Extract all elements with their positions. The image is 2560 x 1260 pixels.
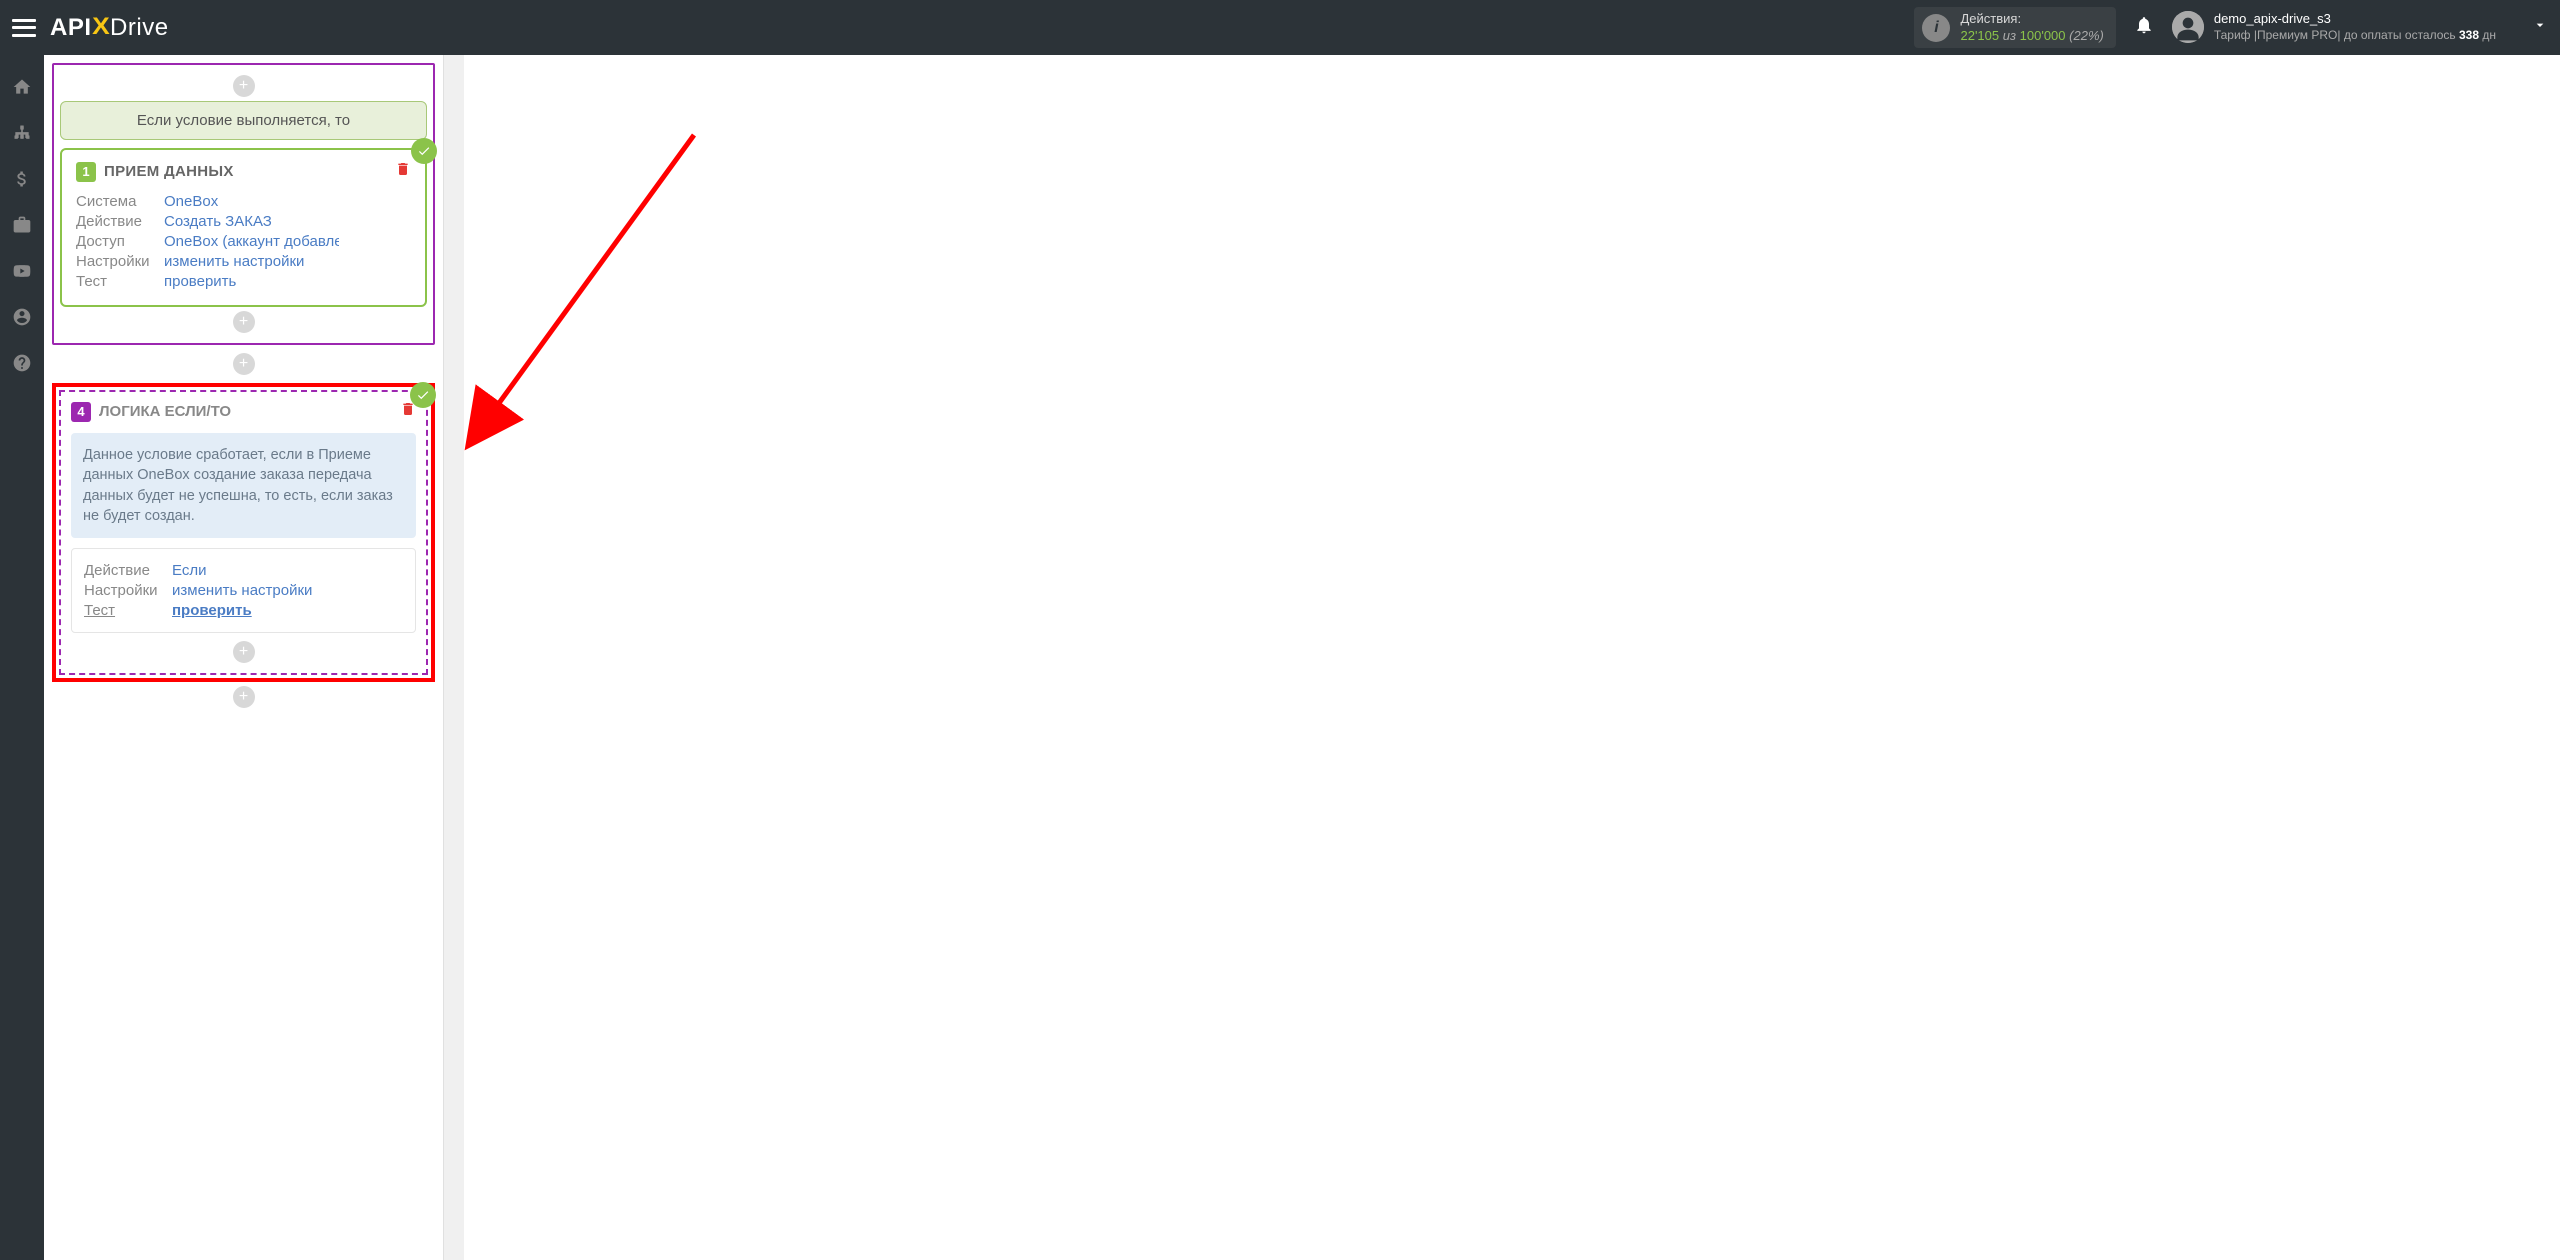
sidebar-account[interactable] [0,297,44,337]
value-system[interactable]: OneBox [164,193,218,210]
step-title: ПРИЕМ ДАННЫХ [104,163,234,180]
check-badge-icon [411,138,437,164]
value-test[interactable]: проверить [164,273,236,290]
condition-then-banner: Если условие выполняется, то [60,101,427,140]
highlighted-block: 4 ЛОГИКА ЕСЛИ/ТО Данное условие сработае… [52,383,435,682]
label-system: Система [76,193,164,210]
add-step-button[interactable]: + [233,641,255,663]
username: demo_apix-drive_s3 [2214,11,2496,28]
label-settings: Настройки [76,253,164,270]
value-settings[interactable]: изменить настройки [172,582,312,599]
chevron-down-icon[interactable] [2532,17,2548,38]
value-action[interactable]: Создать ЗАКАЗ [164,213,272,230]
add-step-button[interactable]: + [233,75,255,97]
add-step-button[interactable]: + [233,311,255,333]
actions-label: Действия: [1960,11,2103,28]
tariff-line: Тариф |Премиум PRO| до оплаты осталось 3… [2214,28,2496,44]
flow-block-purple: + Если условие выполняется, то 1 ПРИЕМ Д… [52,63,435,345]
step-card-receive-data: 1 ПРИЕМ ДАННЫХ СистемаOneBox ДействиеСоз… [60,148,427,307]
logic-description: Данное условие сработает, если в Приеме … [71,433,416,538]
bell-icon[interactable] [2134,15,2154,40]
actions-pct: (22%) [2069,28,2104,43]
value-test[interactable]: проверить [172,602,252,619]
menu-toggle[interactable] [12,19,36,37]
logo[interactable]: APIXDrive [50,14,169,42]
step-number: 1 [76,162,96,182]
label-test: Тест [76,273,164,290]
label-action: Действие [76,213,164,230]
user-menu[interactable]: demo_apix-drive_s3 Тариф |Премиум PRO| д… [2172,11,2496,43]
label-access: Доступ [76,233,164,250]
actions-current: 22'105 [1960,28,1999,43]
sidebar-briefcase[interactable] [0,205,44,245]
delete-step-button[interactable] [395,160,411,183]
avatar-icon [2172,11,2204,43]
value-access[interactable]: OneBox (аккаунт добавлен) [164,233,339,250]
logic-block: 4 ЛОГИКА ЕСЛИ/ТО Данное условие сработае… [59,390,428,675]
actions-counter[interactable]: i Действия: 22'105 из 100'000 (22%) [1914,7,2115,49]
label-action: Действие [84,562,172,579]
main-content: + Если условие выполняется, то 1 ПРИЕМ Д… [44,55,2560,1260]
add-block-button[interactable]: + [233,686,255,708]
logic-fields: ДействиеЕсли Настройкиизменить настройки… [71,548,416,633]
value-settings[interactable]: изменить настройки [164,253,304,270]
actions-total: 100'000 [2020,28,2066,43]
step-title: ЛОГИКА ЕСЛИ/ТО [99,403,231,420]
actions-of: из [2003,28,2016,43]
step-number: 4 [71,402,91,422]
label-test: Тест [84,602,172,619]
value-action[interactable]: Если [172,562,206,579]
sidebar-home[interactable] [0,67,44,107]
sidebar-billing[interactable] [0,159,44,199]
check-badge-icon [410,382,436,408]
info-icon: i [1922,14,1950,42]
sidebar-help[interactable] [0,343,44,383]
right-panel [464,55,2560,1260]
label-settings: Настройки [84,582,172,599]
sidebar-connections[interactable] [0,113,44,153]
sidebar [0,55,44,1260]
app-header: APIXDrive i Действия: 22'105 из 100'000 … [0,0,2560,55]
add-block-button[interactable]: + [233,353,255,375]
sidebar-video[interactable] [0,251,44,291]
flow-column: + Если условие выполняется, то 1 ПРИЕМ Д… [44,55,444,1260]
